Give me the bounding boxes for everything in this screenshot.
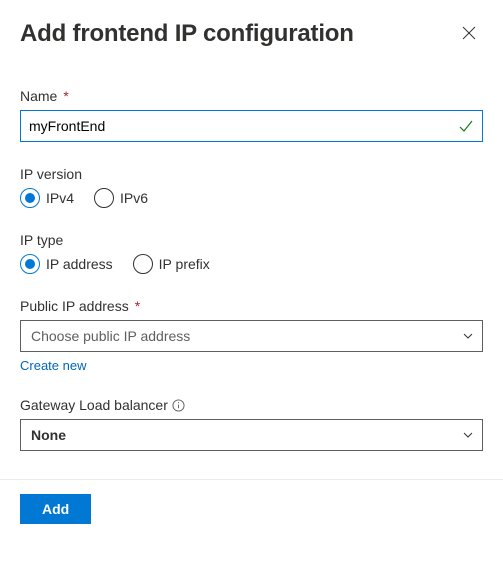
close-icon	[462, 26, 476, 43]
ip-type-label: IP type	[20, 232, 483, 248]
chevron-down-icon	[462, 429, 474, 441]
ip-type-address-radio[interactable]: IP address	[20, 254, 113, 274]
panel-title: Add frontend IP configuration	[20, 20, 354, 48]
name-label: Name*	[20, 88, 483, 104]
ip-version-ipv4-radio[interactable]: IPv4	[20, 188, 74, 208]
close-button[interactable]	[455, 20, 483, 48]
radio-selected-icon	[20, 254, 40, 274]
gateway-dropdown[interactable]: None	[20, 419, 483, 451]
ip-type-prefix-label: IP prefix	[159, 256, 210, 272]
public-ip-dropdown[interactable]: Choose public IP address	[20, 320, 483, 352]
ip-type-address-label: IP address	[46, 256, 113, 272]
ip-version-label: IP version	[20, 166, 483, 182]
ip-version-ipv6-radio[interactable]: IPv6	[94, 188, 148, 208]
ip-version-ipv6-label: IPv6	[120, 190, 148, 206]
public-ip-placeholder: Choose public IP address	[31, 328, 190, 344]
ip-type-prefix-radio[interactable]: IP prefix	[133, 254, 210, 274]
ip-version-ipv4-label: IPv4	[46, 190, 74, 206]
gateway-label: Gateway Load balancer	[20, 397, 483, 413]
add-button[interactable]: Add	[20, 494, 91, 524]
radio-selected-icon	[20, 188, 40, 208]
info-icon[interactable]	[172, 399, 185, 412]
radio-unselected-icon	[94, 188, 114, 208]
validation-check-icon	[458, 118, 474, 134]
gateway-value: None	[31, 427, 66, 443]
create-new-link[interactable]: Create new	[20, 358, 86, 373]
name-input[interactable]	[29, 111, 458, 141]
chevron-down-icon	[462, 330, 474, 342]
public-ip-label: Public IP address*	[20, 298, 483, 314]
radio-unselected-icon	[133, 254, 153, 274]
